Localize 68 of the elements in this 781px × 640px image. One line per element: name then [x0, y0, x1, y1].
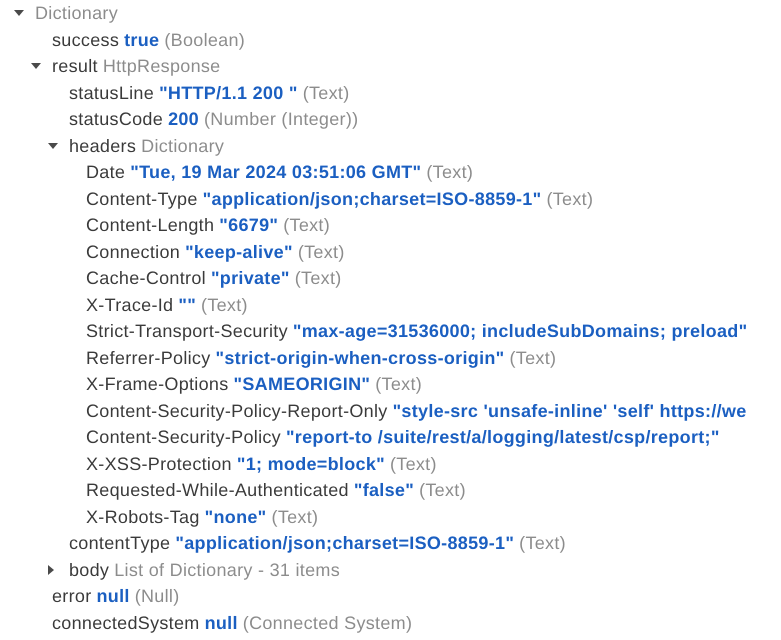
field-name: Content-Type — [86, 188, 198, 211]
type-label: (Text) — [419, 479, 466, 502]
field-value: "application/json;charset=ISO-8859-1" — [175, 532, 514, 555]
type-label: (Boolean) — [164, 28, 246, 52]
field-name: Requested-While-Authenticated — [86, 479, 349, 502]
caret-icon[interactable] — [48, 142, 58, 149]
field-name: connectedSystem — [52, 612, 200, 635]
type-label: (Text) — [510, 346, 556, 370]
type-label: Dictionary — [141, 134, 224, 158]
field-name: contentType — [69, 532, 170, 555]
type-label: (Connected System) — [242, 612, 412, 635]
type-label: List of Dictionary - 31 items — [114, 558, 340, 582]
field-name: body — [69, 558, 110, 582]
field-value: "1; mode=block" — [236, 452, 385, 476]
field-name: X-Trace-Id — [86, 294, 174, 316]
field-value: "report-to /suite/rest/a/logging/latest/csp/report;" — [286, 426, 720, 449]
field-name: result — [52, 55, 98, 78]
field-name: headers — [69, 134, 136, 158]
type-label: (Null) — [134, 585, 180, 608]
type-label: (Number (Integer)) — [204, 108, 358, 131]
type-label: (Text) — [283, 214, 330, 237]
field-value: "none" — [204, 506, 267, 528]
type-label: (Text) — [302, 82, 350, 105]
field-value: true — [124, 28, 160, 52]
field-name: Referrer-Policy — [86, 346, 211, 370]
field-value: "SAMEORIGIN" — [234, 373, 370, 396]
type-label: (Text) — [426, 161, 474, 184]
field-name: X-XSS-Protection — [86, 452, 232, 476]
field-value: "false" — [354, 479, 414, 502]
field-name: X-Frame-Options — [86, 373, 229, 396]
field-value: "HTTP/1.1 200 " — [159, 82, 298, 104]
field-value: "application/json;charset=ISO-8859-1" — [202, 188, 542, 211]
field-name: statusCode — [69, 108, 164, 131]
field-name: error — [52, 585, 92, 608]
type-label: (Text) — [546, 188, 594, 211]
type-label: (Text) — [272, 506, 318, 529]
type-label: (Text) — [519, 532, 566, 555]
field-name: statusLine — [69, 82, 154, 104]
caret-icon[interactable] — [31, 63, 41, 70]
type-label: (Text) — [294, 267, 342, 290]
type-label: (Text) — [390, 452, 437, 476]
field-value: "keep-alive" — [185, 240, 293, 264]
field-name: Cache-Control — [86, 267, 206, 290]
field-name: Strict-Transport-Security — [86, 320, 288, 343]
field-value: "" — [178, 294, 196, 316]
field-name: X-Robots-Tag — [86, 506, 200, 529]
type-label: (Text) — [201, 294, 248, 317]
field-value: null — [204, 612, 238, 634]
type-label: (Text) — [375, 373, 422, 396]
field-value: "Tue, 19 Mar 2024 03:51:06 GMT" — [130, 161, 422, 184]
caret-icon[interactable] — [48, 564, 54, 575]
caret-icon[interactable] — [14, 10, 24, 16]
type-label: HttpResponse — [102, 55, 220, 78]
field-name: success — [52, 28, 120, 52]
field-value: "private" — [210, 267, 290, 290]
field-value: 200 — [168, 108, 199, 131]
field-name: Connection — [86, 240, 180, 264]
field-name: Date — [86, 161, 126, 184]
field-name: Content-Length — [86, 214, 214, 237]
field-value: "strict-origin-when-cross-origin" — [216, 346, 505, 370]
field-name: Content-Security-Policy-Report-Only — [86, 400, 388, 423]
field-value: "style-src 'unsafe-inline' 'self' https://we — [392, 400, 747, 423]
field-value: null — [96, 585, 130, 608]
type-label: (Text) — [298, 240, 345, 264]
field-name: Content-Security-Policy — [86, 426, 281, 449]
field-value: "6679" — [219, 214, 278, 237]
type-label: Dictionary — [35, 2, 118, 25]
field-value: "max-age=31536000; includeSubDomains; preload" — [292, 320, 748, 343]
